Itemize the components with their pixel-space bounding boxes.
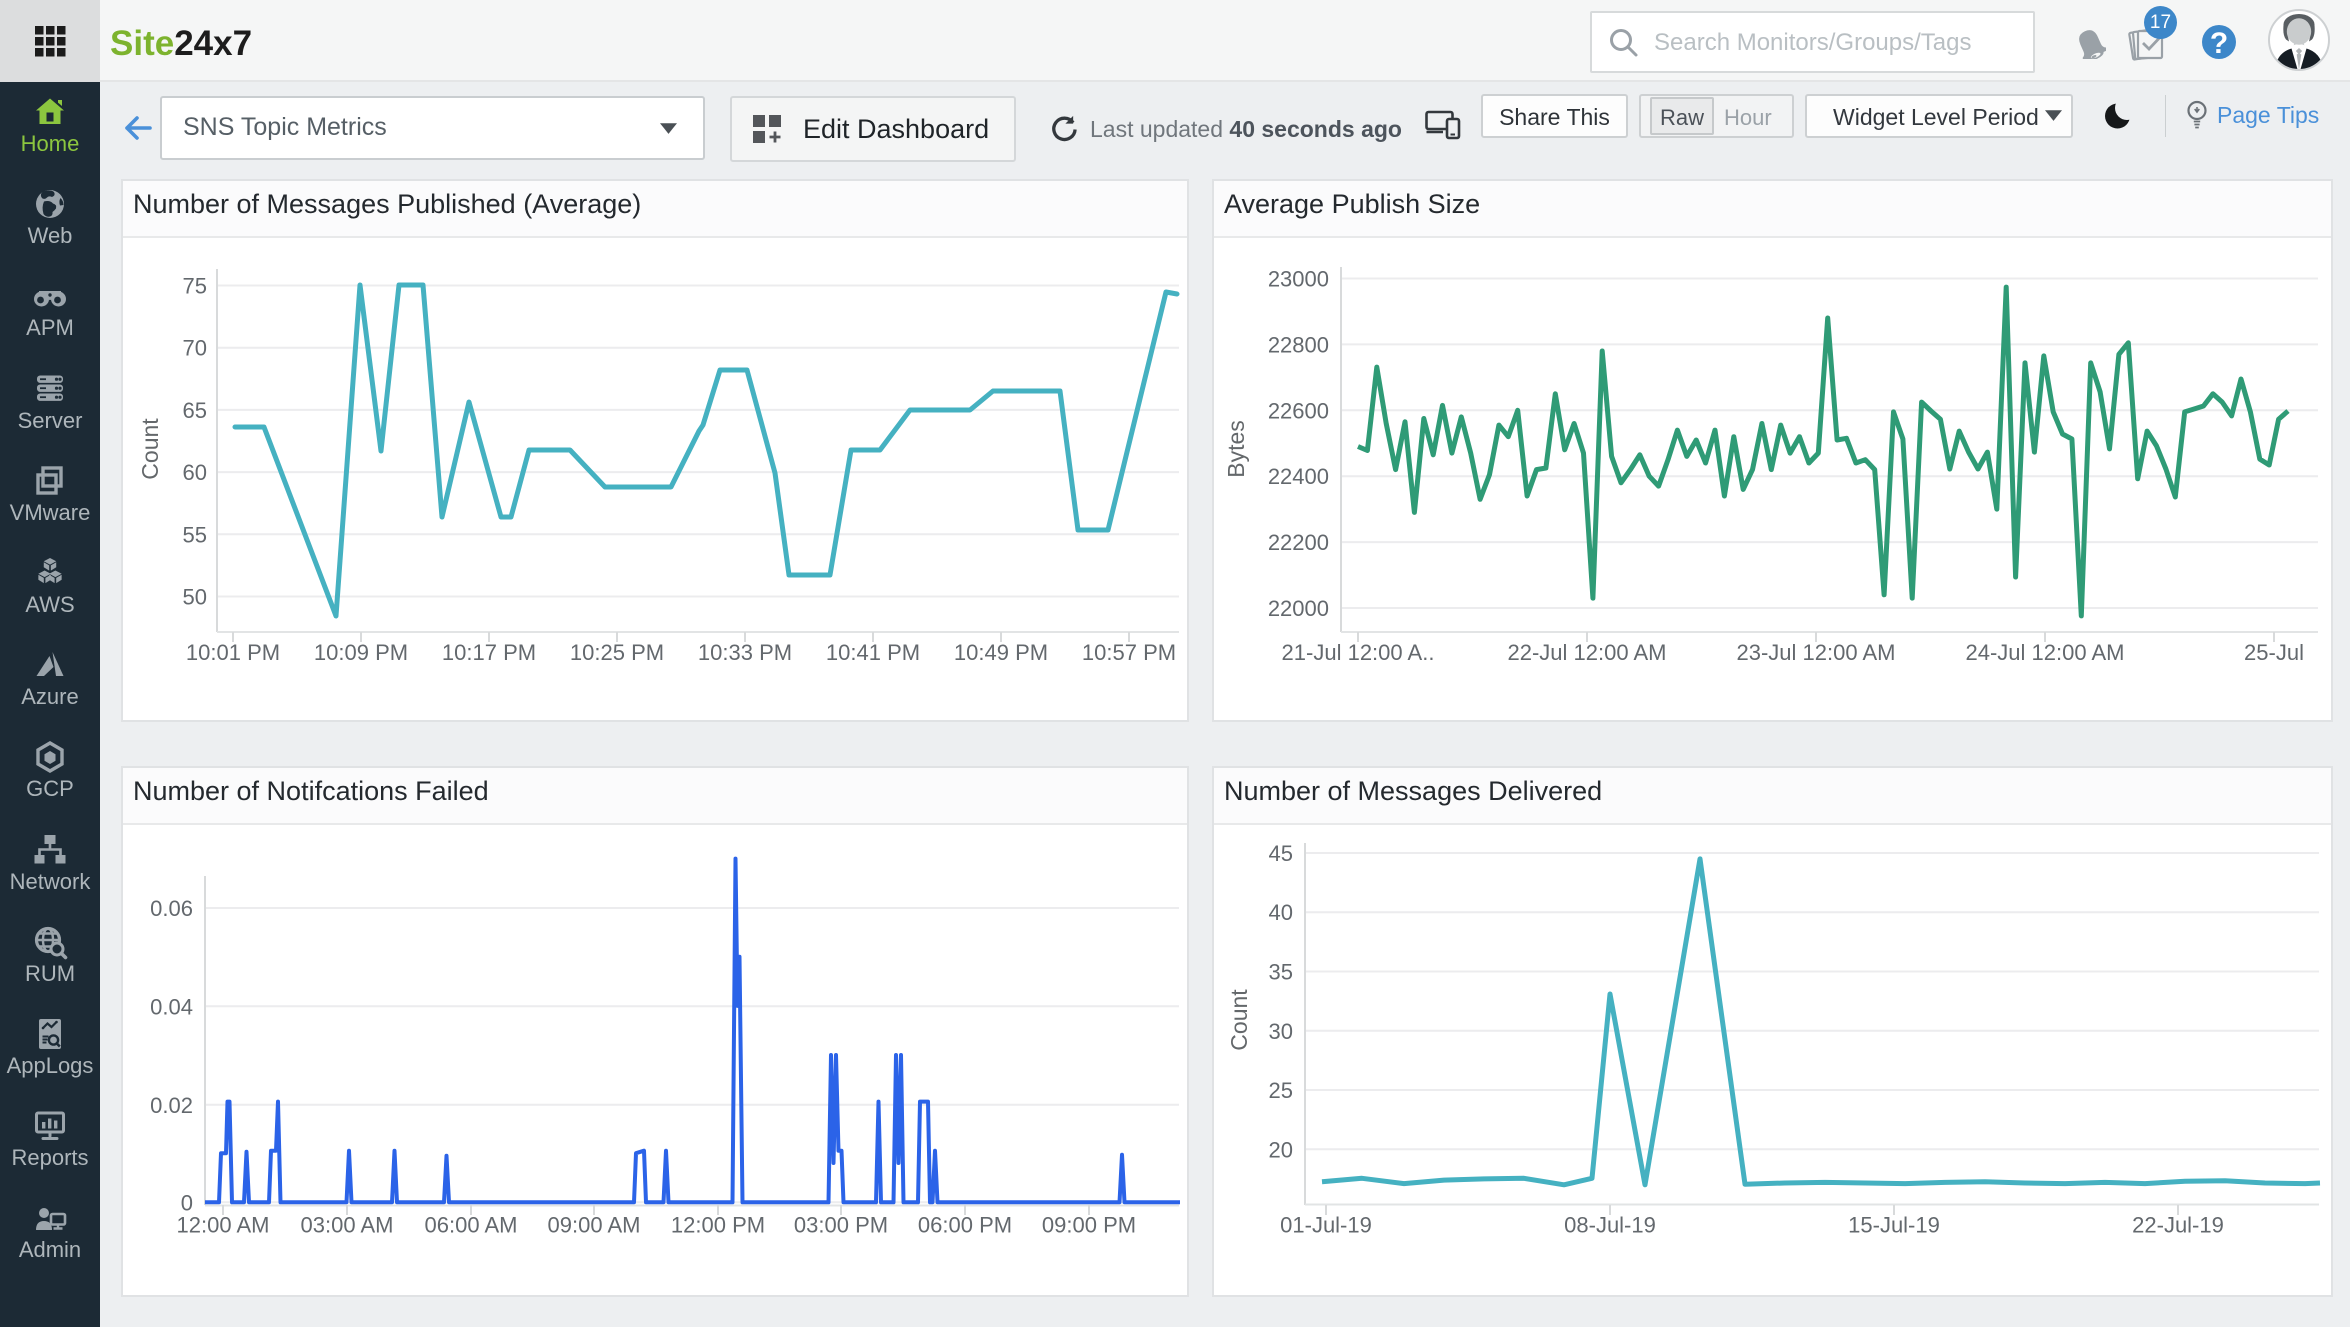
svg-text:23000: 23000 <box>1268 267 1329 292</box>
svg-text:22600: 22600 <box>1268 398 1329 423</box>
svg-text:35: 35 <box>1269 960 1293 985</box>
svg-text:09:00 AM: 09:00 AM <box>548 1213 641 1238</box>
svg-text:03:00 PM: 03:00 PM <box>794 1213 888 1238</box>
svg-text:45: 45 <box>1269 841 1293 866</box>
svg-text:10:33 PM: 10:33 PM <box>698 640 792 665</box>
svg-text:22000: 22000 <box>1268 596 1329 621</box>
svg-text:?: ? <box>2210 27 2228 60</box>
svg-text:55: 55 <box>183 522 207 547</box>
svg-text:10:49 PM: 10:49 PM <box>954 640 1048 665</box>
svg-text:12:00 AM: 12:00 AM <box>177 1213 270 1238</box>
svg-text:22800: 22800 <box>1268 332 1329 357</box>
svg-text:60: 60 <box>183 460 207 485</box>
svg-text:25-Jul: 25-Jul <box>2244 640 2304 665</box>
svg-text:10:57 PM: 10:57 PM <box>1082 640 1176 665</box>
svg-text:23-Jul 12:00 AM: 23-Jul 12:00 AM <box>1737 640 1896 665</box>
svg-text:01-Jul-19: 01-Jul-19 <box>1280 1213 1372 1238</box>
svg-text:10:01 PM: 10:01 PM <box>186 640 280 665</box>
svg-text:0.02: 0.02 <box>150 1093 193 1118</box>
svg-text:06:00 PM: 06:00 PM <box>918 1213 1012 1238</box>
svg-text:0.04: 0.04 <box>150 994 193 1019</box>
svg-text:Bytes: Bytes <box>1223 420 1249 478</box>
svg-text:50: 50 <box>183 585 207 610</box>
svg-text:21-Jul 12:00 A..: 21-Jul 12:00 A.. <box>1282 640 1435 665</box>
svg-text:20: 20 <box>1269 1137 1293 1162</box>
svg-text:09:00 PM: 09:00 PM <box>1042 1213 1136 1238</box>
svg-text:Count: Count <box>137 418 163 480</box>
svg-text:22-Jul 12:00 AM: 22-Jul 12:00 AM <box>1508 640 1667 665</box>
svg-text:Count: Count <box>1226 989 1252 1051</box>
svg-text:10:25 PM: 10:25 PM <box>570 640 664 665</box>
svg-text:10:09 PM: 10:09 PM <box>314 640 408 665</box>
svg-text:40: 40 <box>1269 900 1293 925</box>
svg-text:24-Jul 12:00 AM: 24-Jul 12:00 AM <box>1966 640 2125 665</box>
svg-text:12:00 PM: 12:00 PM <box>671 1213 765 1238</box>
svg-text:06:00 AM: 06:00 AM <box>425 1213 518 1238</box>
svg-text:22400: 22400 <box>1268 464 1329 489</box>
svg-text:22-Jul-19: 22-Jul-19 <box>2132 1213 2224 1238</box>
svg-text:08-Jul-19: 08-Jul-19 <box>1564 1213 1656 1238</box>
svg-text:22200: 22200 <box>1268 530 1329 555</box>
svg-text:30: 30 <box>1269 1019 1293 1044</box>
svg-text:25: 25 <box>1269 1078 1293 1103</box>
svg-text:03:00 AM: 03:00 AM <box>301 1213 394 1238</box>
svg-text:70: 70 <box>183 336 207 361</box>
svg-text:75: 75 <box>183 274 207 299</box>
svg-text:65: 65 <box>183 398 207 423</box>
svg-text:0.06: 0.06 <box>150 896 193 921</box>
svg-text:10:41 PM: 10:41 PM <box>826 640 920 665</box>
svg-text:15-Jul-19: 15-Jul-19 <box>1848 1213 1940 1238</box>
svg-text:10:17 PM: 10:17 PM <box>442 640 536 665</box>
